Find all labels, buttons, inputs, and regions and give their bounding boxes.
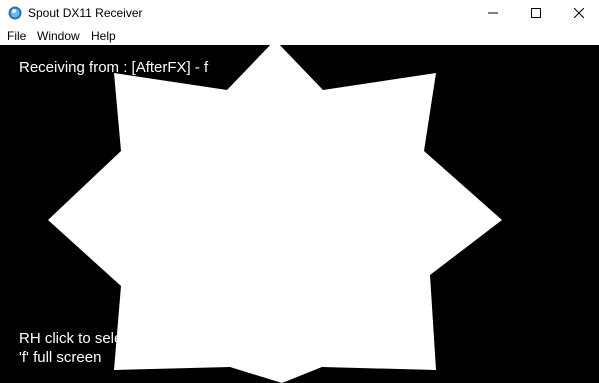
minimize-button[interactable] bbox=[470, 0, 516, 27]
menu-help[interactable]: Help bbox=[91, 29, 116, 43]
maximize-button[interactable] bbox=[513, 0, 559, 27]
minimize-icon bbox=[488, 5, 498, 23]
title-bar[interactable]: Spout DX11 Receiver bbox=[0, 0, 599, 27]
receiver-view[interactable]: Receiving from : [AfterFX] - f RH click … bbox=[0, 45, 599, 383]
spout-app-icon bbox=[8, 6, 22, 20]
menu-window[interactable]: Window bbox=[37, 29, 80, 43]
window-title: Spout DX11 Receiver bbox=[28, 6, 143, 20]
menu-bar: File Window Help bbox=[0, 27, 599, 45]
menu-file[interactable]: File bbox=[7, 29, 26, 43]
close-button[interactable] bbox=[556, 0, 599, 27]
close-icon bbox=[573, 5, 585, 23]
maximize-icon bbox=[531, 5, 541, 23]
app-window: Spout DX11 Receiver File Window Help Rec… bbox=[0, 0, 599, 383]
received-star-shape bbox=[48, 45, 502, 383]
